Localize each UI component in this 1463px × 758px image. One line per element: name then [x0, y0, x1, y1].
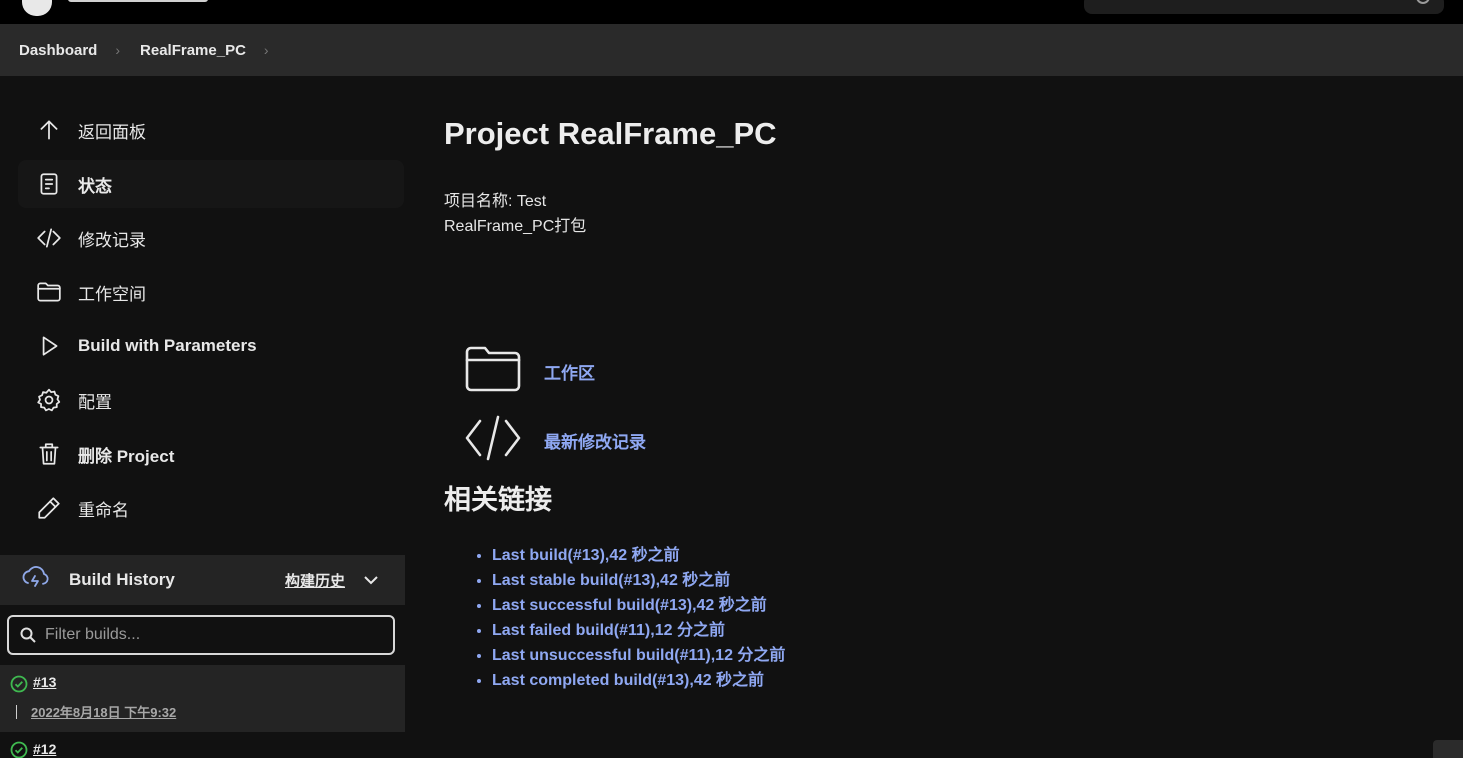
cloud-icon — [20, 563, 50, 598]
sidebar-item-label: 状态 — [78, 176, 112, 196]
sidebar-item-delete-project[interactable]: 删除 Project — [18, 430, 404, 478]
breadcrumb-separator-icon[interactable]: › — [264, 42, 269, 58]
build-number-link[interactable]: #12 — [33, 741, 56, 757]
permalink-last-build[interactable]: Last build(#13),42 秒之前 — [492, 547, 680, 564]
pencil-icon — [36, 495, 62, 521]
filter-builds-field[interactable] — [7, 615, 395, 655]
list-item: Last successful build(#13),42 秒之前 — [492, 593, 785, 618]
trash-icon — [36, 441, 62, 467]
build-trend-link[interactable]: 构建历史 — [285, 570, 345, 591]
list-item: Last failed build(#11),12 分之前 — [492, 618, 785, 643]
page-title: Project RealFrame_PC — [444, 116, 777, 151]
sidebar-item-label: 配置 — [78, 392, 112, 412]
workspace-link-box: 工作区 — [464, 344, 595, 399]
code-icon[interactable] — [464, 413, 522, 468]
breadcrumb: Dashboard › RealFrame_PC › — [0, 24, 1463, 76]
folder-icon — [36, 279, 62, 305]
timeline-divider — [16, 705, 17, 719]
sidebar-item-changes[interactable]: 修改记录 — [18, 214, 404, 262]
build-row[interactable]: #13 2022年8月18日 下午9:32 — [0, 665, 405, 732]
sidebar-item-label: 返回面板 — [78, 122, 146, 142]
help-icon[interactable] — [1416, 0, 1430, 4]
build-row[interactable]: #12 — [0, 732, 405, 758]
global-search-box[interactable] — [1084, 0, 1444, 14]
play-icon — [36, 333, 62, 359]
breadcrumb-project[interactable]: RealFrame_PC — [140, 42, 246, 59]
sidebar-item-status[interactable]: 状态 — [18, 160, 404, 208]
document-icon — [36, 171, 62, 197]
sidebar-item-label: 修改记录 — [78, 230, 146, 250]
permalink-last-completed-build[interactable]: Last completed build(#13),42 秒之前 — [492, 672, 764, 689]
build-date-link[interactable]: 2022年8月18日 下午9:32 — [31, 702, 176, 721]
sidebar-item-rename[interactable]: 重命名 — [18, 484, 404, 532]
permalink-last-stable-build[interactable]: Last stable build(#13),42 秒之前 — [492, 572, 730, 589]
brand-name[interactable] — [68, 0, 208, 2]
filter-builds-input[interactable] — [45, 626, 375, 644]
build-history-title: Build History — [69, 570, 175, 589]
list-item: Last stable build(#13),42 秒之前 — [492, 568, 785, 593]
sidebar-item-build-with-parameters[interactable]: Build with Parameters — [18, 322, 404, 370]
sidebar-item-label: 重命名 — [78, 500, 129, 520]
description-line: RealFrame_PC打包 — [444, 218, 587, 235]
workspace-link[interactable]: 工作区 — [544, 359, 595, 384]
permalink-last-unsuccessful-build[interactable]: Last unsuccessful build(#11),12 分之前 — [492, 647, 785, 664]
gear-icon — [36, 387, 62, 413]
top-header — [0, 0, 1463, 24]
code-icon — [36, 225, 62, 251]
sidebar-item-configure[interactable]: 配置 — [18, 376, 404, 424]
permalink-last-failed-build[interactable]: Last failed build(#11),12 分之前 — [492, 622, 725, 639]
build-number-link[interactable]: #13 — [33, 674, 56, 690]
main-content: Project RealFrame_PC 项目名称: Test RealFram… — [444, 76, 1444, 758]
changes-link-box: 最新修改记录 — [464, 413, 646, 468]
success-check-icon — [10, 741, 28, 758]
recent-changes-link[interactable]: 最新修改记录 — [544, 428, 646, 453]
list-item: Last build(#13),42 秒之前 — [492, 543, 785, 568]
sidebar-item-workspace[interactable]: 工作空间 — [18, 268, 404, 316]
sidebar-item-label: 工作空间 — [78, 284, 146, 304]
breadcrumb-separator-icon[interactable]: › — [115, 42, 120, 58]
jenkins-logo-icon[interactable] — [22, 0, 52, 16]
project-description: 项目名称: Test RealFrame_PC打包 — [444, 189, 586, 239]
build-history-header: Build History 构建历史 — [0, 555, 405, 605]
permalinks-list: Last build(#13),42 秒之前 Last stable build… — [472, 543, 785, 693]
sidebar-item-label: Build with Parameters — [78, 336, 257, 355]
permalink-last-successful-build[interactable]: Last successful build(#13),42 秒之前 — [492, 597, 767, 614]
description-line: 项目名称: Test — [444, 193, 547, 210]
arrow-up-icon — [36, 117, 62, 143]
breadcrumb-dashboard[interactable]: Dashboard — [19, 42, 97, 59]
list-item: Last completed build(#13),42 秒之前 — [492, 668, 785, 693]
sidebar-item-label: 删除 Project — [78, 446, 175, 466]
search-icon — [20, 627, 36, 643]
sidebar-item-back-to-dashboard[interactable]: 返回面板 — [18, 106, 404, 154]
folder-icon[interactable] — [464, 344, 522, 399]
scroll-corner[interactable] — [1433, 740, 1463, 758]
success-check-icon — [10, 675, 28, 693]
list-item: Last unsuccessful build(#11),12 分之前 — [492, 643, 785, 668]
chevron-down-icon[interactable] — [362, 571, 380, 594]
related-links-title: 相关链接 — [444, 485, 552, 515]
sidebar: 返回面板 状态 修改记录 工作空间 Build with Parameters … — [0, 76, 405, 758]
